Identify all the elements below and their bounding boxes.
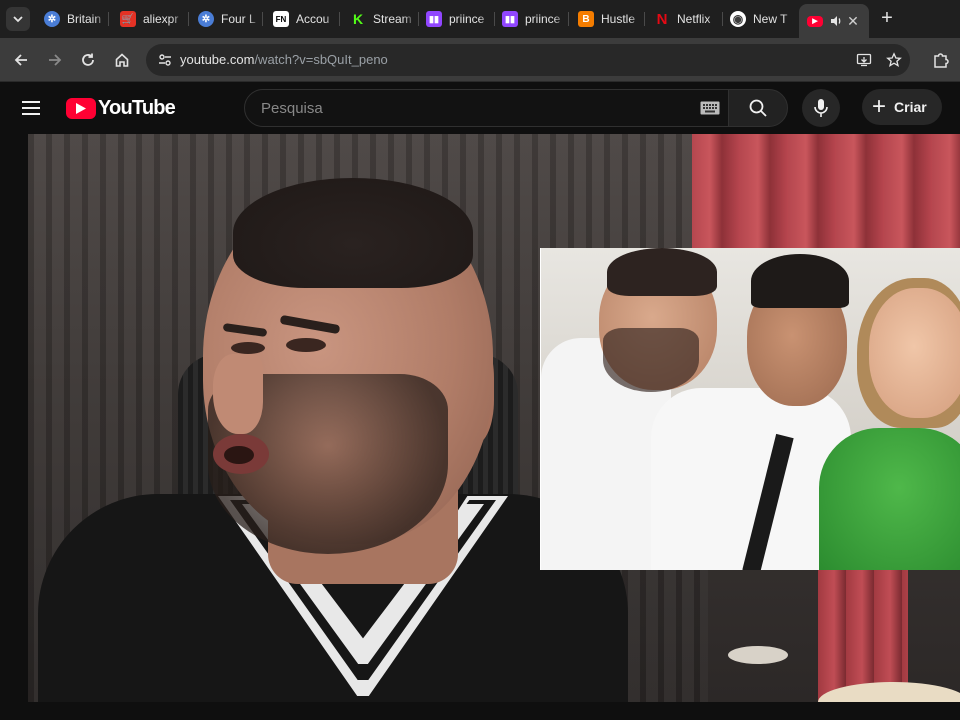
new-tab-button[interactable]: +	[876, 8, 898, 30]
watch-page-below-player	[0, 702, 960, 720]
create-label: Criar	[894, 99, 927, 115]
reload-button[interactable]	[75, 47, 101, 73]
tab-title: aliexpr	[143, 12, 179, 26]
url-host: youtube.com	[180, 52, 255, 67]
url-path: /watch?v=sbQuIt_peno	[254, 52, 388, 67]
tab-title: Hustle	[601, 12, 636, 26]
twitch-icon: ▮▮	[426, 11, 442, 27]
tab-title: Accou	[296, 12, 330, 26]
url-text[interactable]: youtube.com/watch?v=sbQuIt_peno	[180, 52, 388, 67]
menu-icon[interactable]	[22, 96, 46, 120]
home-icon	[115, 53, 129, 67]
tab-title: New T	[753, 12, 788, 26]
browser-tab-active[interactable]: ▶ ✕	[799, 4, 869, 38]
video-presenter	[28, 134, 628, 702]
chrome-icon: ◉	[730, 11, 746, 27]
tab-search-button[interactable]	[6, 7, 30, 31]
bookmark-star-icon[interactable]	[885, 51, 903, 69]
install-app-icon[interactable]	[855, 51, 873, 69]
browser-tab[interactable]: FN Accou	[265, 5, 337, 33]
browser-tab[interactable]: ▮▮ priince	[494, 5, 566, 33]
browser-tab[interactable]: 🛒 aliexpr	[112, 5, 184, 33]
youtube-logo[interactable]: YouTube	[66, 96, 176, 119]
search-box	[244, 89, 730, 127]
reload-icon	[82, 53, 94, 66]
search-icon	[749, 99, 767, 117]
forward-button[interactable]	[42, 47, 68, 73]
tab-title: priince	[525, 12, 561, 26]
back-button[interactable]	[8, 47, 34, 73]
tab-title: Stream	[373, 12, 412, 26]
extensions-button[interactable]	[928, 47, 954, 73]
chevron-down-icon	[13, 16, 23, 23]
browser-tab[interactable]: ◉ New T	[722, 5, 796, 33]
site-info-icon[interactable]	[154, 49, 176, 71]
browser-tab[interactable]: N Netflix	[646, 5, 720, 33]
address-bar[interactable]: youtube.com/watch?v=sbQuIt_peno	[146, 44, 910, 76]
video-player[interactable]	[28, 134, 960, 702]
inset-photo	[540, 248, 960, 570]
netflix-icon: N	[656, 10, 668, 28]
globe-icon: ✲	[44, 11, 60, 27]
tab-close-icon[interactable]: ✕	[845, 13, 861, 29]
keyboard-icon[interactable]	[700, 101, 720, 115]
search-button[interactable]	[728, 89, 788, 127]
browser-tab[interactable]: ✲ Four L	[190, 5, 260, 33]
twitch-icon: ▮▮	[502, 11, 518, 27]
browser-tab[interactable]: B Hustle	[570, 5, 642, 33]
youtube-wordmark: YouTube	[98, 96, 176, 119]
youtube-masthead: YouTube + Criar	[0, 82, 960, 134]
speaker-icon[interactable]	[829, 14, 843, 28]
red-curtain	[692, 134, 960, 254]
arrow-left-icon	[14, 54, 27, 66]
microphone-icon	[814, 99, 828, 117]
aliexpress-icon: 🛒	[120, 11, 136, 27]
plus-icon: +	[872, 93, 887, 120]
search-input[interactable]	[261, 90, 681, 126]
browser-tab[interactable]: ✲ Britain	[36, 5, 106, 33]
browser-tab[interactable]: ▮▮ priince	[418, 5, 492, 33]
puzzle-icon	[934, 53, 949, 68]
tab-title: priince	[449, 12, 485, 26]
home-button[interactable]	[109, 47, 135, 73]
tab-title: Four L	[221, 12, 256, 26]
create-button[interactable]: + Criar	[862, 89, 942, 125]
globe-icon: ✲	[198, 11, 214, 27]
arrow-right-icon	[49, 54, 62, 66]
youtube-icon: ▶	[807, 15, 823, 27]
voice-search-button[interactable]	[802, 89, 840, 127]
tab-title: Britain	[67, 12, 102, 26]
youtube-play-logo-icon	[66, 97, 96, 119]
blogger-icon: B	[578, 11, 594, 27]
browser-tab-strip: ✲ Britain 🛒 aliexpr ✲ Four L FN Accou K …	[0, 0, 960, 38]
fn-icon: FN	[273, 11, 289, 27]
tab-title: Netflix	[677, 12, 711, 26]
browser-toolbar: youtube.com/watch?v=sbQuIt_peno	[0, 38, 960, 82]
kick-icon: K	[350, 11, 366, 27]
browser-tab[interactable]: K Stream	[342, 5, 416, 33]
